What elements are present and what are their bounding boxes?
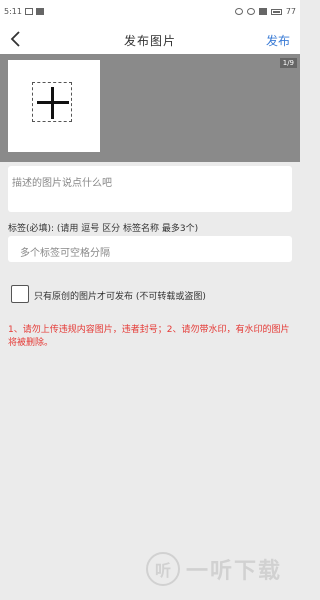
watermark-text: 一听下载 xyxy=(186,559,283,584)
clock-icon xyxy=(246,8,255,15)
battery-icon xyxy=(270,8,282,15)
status-right: 77 xyxy=(234,7,296,16)
photo-area: 1/9 xyxy=(0,54,300,162)
tags-label: 标签(必填): (请用 逗号 区分 标签名称 最多3个) xyxy=(8,224,199,234)
page-title: 发布图片 xyxy=(123,34,176,48)
photo-counter: 1/9 xyxy=(279,58,297,68)
description-input[interactable]: 描述的图片说点什么吧 xyxy=(8,166,292,212)
watermark: 听 一听下载 xyxy=(146,552,282,586)
notice-text: 1、请勿上传违规内容图片，违者封号；2、请勿带水印，有水印的图片将被删除。 xyxy=(8,325,290,348)
status-bar: 5:11 77 xyxy=(0,0,300,24)
add-photo-tile[interactable] xyxy=(8,60,100,152)
notification-icon xyxy=(24,8,33,15)
description-placeholder: 描述的图片说点什么吧 xyxy=(12,178,112,189)
add-photo-button[interactable] xyxy=(32,82,72,122)
plus-icon-vertical xyxy=(51,87,54,119)
status-time: 5:11 xyxy=(4,7,22,16)
mail-icon xyxy=(35,8,44,15)
publish-button[interactable]: 发布 xyxy=(266,32,290,49)
battery-level: 77 xyxy=(285,7,296,16)
watermark-logo-icon: 听 xyxy=(146,552,180,586)
tags-input[interactable]: 多个标签可空格分隔 xyxy=(8,236,292,262)
original-checkbox[interactable] xyxy=(11,285,29,303)
original-checkbox-label[interactable]: 只有原创的图片才可发布 (不可转载或盗图) xyxy=(34,289,206,302)
status-left: 5:11 xyxy=(4,7,44,16)
signal-icon xyxy=(258,8,267,15)
alarm-icon xyxy=(234,8,243,15)
nav-bar: 发布图片 发布 xyxy=(0,24,300,54)
tags-placeholder: 多个标签可空格分隔 xyxy=(20,248,110,259)
